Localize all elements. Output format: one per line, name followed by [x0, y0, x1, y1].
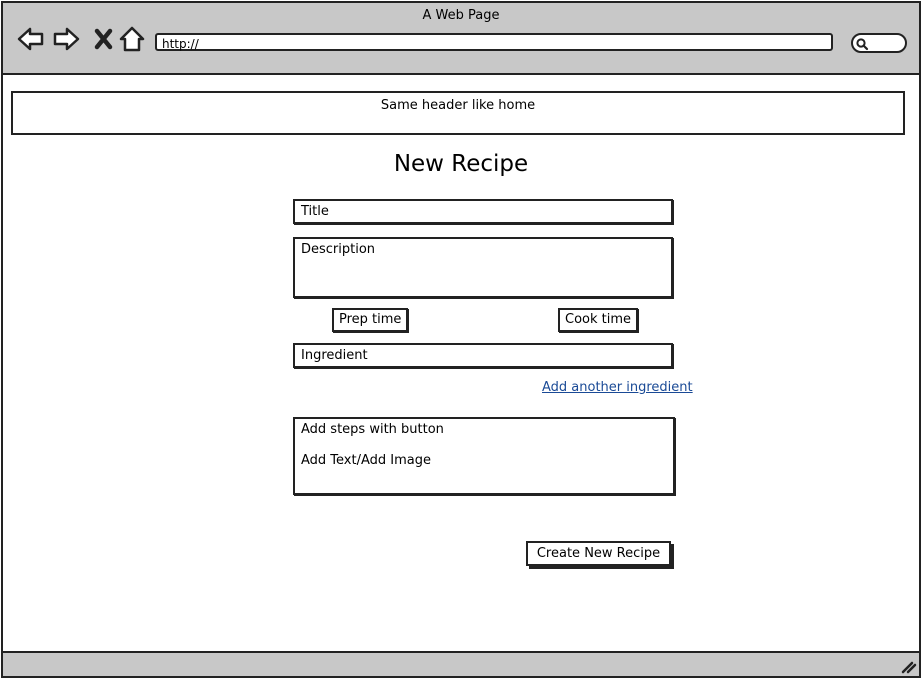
steps-instruction: Add steps with button	[301, 422, 444, 437]
resize-grip-icon[interactable]	[899, 657, 917, 675]
search-icon	[856, 38, 869, 51]
cook-time-label: Cook time	[565, 312, 632, 327]
title-label: Title	[301, 204, 329, 219]
prep-time-label: Prep time	[339, 312, 402, 327]
add-ingredient-link[interactable]: Add another ingredient	[542, 380, 693, 395]
steps-options: Add Text/Add Image	[301, 453, 431, 468]
prep-time-field[interactable]: Prep time	[332, 308, 409, 332]
browser-toolbar: A Web Page http://	[3, 3, 919, 75]
close-icon[interactable]	[90, 25, 118, 53]
forward-arrow-icon[interactable]	[53, 25, 81, 53]
ingredient-field[interactable]: Ingredient	[293, 343, 673, 368]
description-label: Description	[301, 242, 376, 257]
create-recipe-button[interactable]: Create New Recipe	[526, 541, 671, 566]
home-icon[interactable]	[118, 25, 146, 53]
browser-window: A Web Page http:// Same header like home…	[1, 1, 921, 678]
back-arrow-icon[interactable]	[16, 25, 44, 53]
browser-search-field[interactable]	[851, 33, 907, 53]
window-title: A Web Page	[422, 8, 500, 23]
page-title: New Recipe	[393, 151, 529, 177]
cook-time-field[interactable]: Cook time	[558, 308, 639, 332]
description-field[interactable]: Description	[293, 237, 673, 298]
steps-field[interactable]: Add steps with button Add Text/Add Image	[293, 417, 675, 495]
browser-status-bar	[3, 651, 919, 676]
ingredient-label: Ingredient	[301, 348, 368, 363]
address-bar[interactable]: http://	[155, 33, 833, 51]
title-field[interactable]: Title	[293, 199, 673, 224]
site-header: Same header like home	[11, 91, 905, 135]
